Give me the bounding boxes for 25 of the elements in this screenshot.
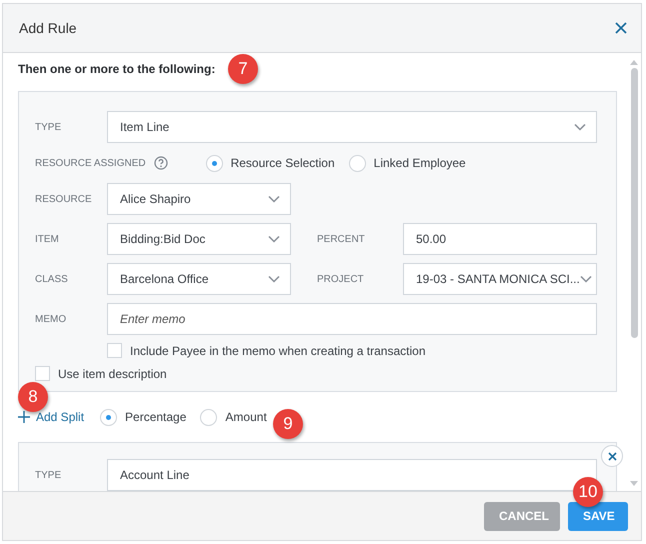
add-split-link[interactable]: Add Split (18, 410, 84, 424)
radio-option[interactable]: Amount (200, 408, 267, 426)
field-label: PERCENT (317, 234, 365, 244)
radio-option[interactable]: Resource Selection (206, 154, 335, 172)
project-dropdown[interactable]: 19-03 - SANTA MONICA SCI... (403, 263, 597, 295)
class-dropdown[interactable]: Barcelona Office (107, 263, 291, 295)
dialog-title: Add Rule (19, 20, 77, 36)
item-dropdown[interactable]: Bidding:Bid Doc (107, 223, 291, 255)
field-label: TYPE (35, 470, 62, 480)
field-label: RESOURCE ASSIGNED (35, 158, 146, 168)
radio-option[interactable]: Percentage (100, 408, 186, 426)
checkbox-option[interactable]: Include Payee in the memo when creating a transaction (107, 343, 600, 358)
type-dropdown[interactable]: Item Line (107, 111, 597, 143)
field-label: CLASS (35, 274, 68, 284)
field-label: RESOURCE (35, 194, 92, 204)
resource-dropdown[interactable]: Alice Shapiro (107, 183, 291, 215)
checkbox-option[interactable]: Use item description (35, 366, 600, 381)
field-label: TYPE (35, 122, 62, 132)
radio-option[interactable]: Linked Employee (348, 154, 466, 172)
field-label: PROJECT (317, 274, 364, 284)
section-heading: Then one or more to the following: (18, 61, 216, 77)
memo-field[interactable]: Enter memo (107, 303, 597, 335)
field-label: MEMO (35, 314, 66, 324)
field-label: ITEM (35, 234, 59, 244)
percent-field[interactable]: 50.00 (403, 223, 597, 255)
